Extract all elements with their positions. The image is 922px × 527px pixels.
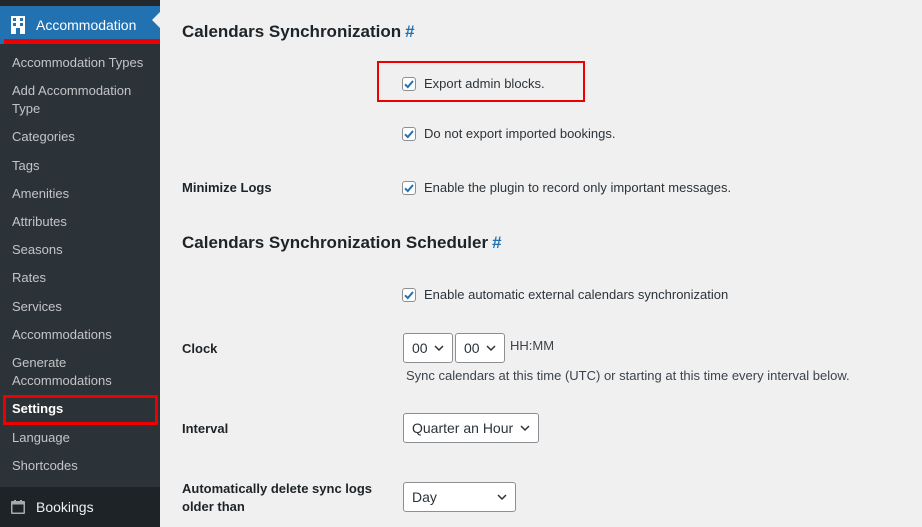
sidebar-item-attributes[interactable]: Attributes bbox=[12, 213, 152, 231]
delete-logs-value: Day bbox=[412, 489, 437, 505]
export-admin-blocks-label: Export admin blocks. bbox=[424, 76, 545, 91]
clock-minutes-value: 00 bbox=[464, 340, 480, 356]
sidebar-item-shortcodes[interactable]: Shortcodes bbox=[12, 457, 152, 475]
settings-content: Calendars Synchronization # Export admin … bbox=[160, 0, 922, 527]
checkbox-box[interactable] bbox=[402, 126, 416, 141]
menu-bookings[interactable]: Bookings bbox=[0, 487, 160, 527]
checkmark-icon bbox=[404, 129, 414, 138]
calendar-icon bbox=[11, 500, 25, 514]
current-menu-arrow bbox=[152, 12, 160, 28]
section-title-scheduler: Calendars Synchronization Scheduler # bbox=[182, 233, 502, 253]
checkbox-box[interactable] bbox=[402, 287, 416, 302]
sidebar-item-services[interactable]: Services bbox=[12, 298, 152, 316]
menu-accommodation-label: Accommodation bbox=[36, 17, 137, 33]
export-admin-blocks-checkbox[interactable]: Export admin blocks. bbox=[402, 76, 545, 91]
interval-label: Interval bbox=[182, 421, 229, 436]
accommodation-submenu: Accommodation Types Add Accommodation Ty… bbox=[0, 44, 160, 487]
sidebar-item-amenities[interactable]: Amenities bbox=[12, 185, 152, 203]
settings-highlight-box bbox=[3, 395, 158, 425]
sidebar-item-rates[interactable]: Rates bbox=[12, 269, 152, 287]
delete-logs-label: Automatically delete sync logs older tha… bbox=[182, 481, 373, 514]
admin-sidebar: Accommodation Accommodation Types Add Ac… bbox=[0, 0, 160, 527]
sidebar-item-accommodations[interactable]: Accommodations bbox=[12, 326, 152, 344]
chevron-down-icon bbox=[520, 425, 530, 432]
clock-hours-select[interactable]: 00 bbox=[403, 333, 453, 363]
anchor-link[interactable]: # bbox=[492, 233, 501, 252]
chevron-down-icon bbox=[434, 345, 444, 352]
clock-description: Sync calendars at this time (UTC) or sta… bbox=[406, 368, 850, 383]
checkmark-icon bbox=[404, 290, 414, 299]
checkmark-icon bbox=[404, 183, 414, 192]
clock-hours-value: 00 bbox=[412, 340, 428, 356]
sidebar-item-language[interactable]: Language bbox=[12, 429, 152, 447]
minimize-logs-checkbox[interactable]: Enable the plugin to record only importa… bbox=[402, 180, 731, 195]
sidebar-item-generate-accommodations[interactable]: Generate Accommodations bbox=[12, 354, 152, 390]
delete-logs-select[interactable]: Day bbox=[403, 482, 516, 512]
interval-value: Quarter an Hour bbox=[412, 420, 514, 436]
chevron-down-icon bbox=[497, 494, 507, 501]
sidebar-item-categories[interactable]: Categories bbox=[12, 128, 152, 146]
building-icon bbox=[11, 16, 25, 34]
auto-sync-checkbox[interactable]: Enable automatic external calendars sync… bbox=[402, 287, 728, 302]
section-title-sync: Calendars Synchronization # bbox=[182, 22, 415, 42]
sidebar-item-accommodation-types[interactable]: Accommodation Types bbox=[12, 54, 152, 72]
sidebar-item-seasons[interactable]: Seasons bbox=[12, 241, 152, 259]
sidebar-item-add-accommodation-type[interactable]: Add Accommodation Type bbox=[12, 82, 152, 118]
no-export-imported-label: Do not export imported bookings. bbox=[424, 126, 616, 141]
chevron-down-icon bbox=[486, 345, 496, 352]
clock-format-hint: HH:MM bbox=[510, 338, 555, 353]
menu-bookings-label: Bookings bbox=[36, 499, 94, 515]
sidebar-item-tags[interactable]: Tags bbox=[12, 157, 152, 175]
clock-minutes-select[interactable]: 00 bbox=[455, 333, 505, 363]
interval-select[interactable]: Quarter an Hour bbox=[403, 413, 539, 443]
checkbox-box[interactable] bbox=[402, 76, 416, 91]
minimize-logs-label: Minimize Logs bbox=[182, 180, 272, 195]
anchor-link[interactable]: # bbox=[405, 22, 414, 41]
section-title-sync-text: Calendars Synchronization bbox=[182, 22, 402, 41]
clock-label: Clock bbox=[182, 341, 218, 356]
section-title-scheduler-text: Calendars Synchronization Scheduler bbox=[182, 233, 489, 252]
checkmark-icon bbox=[404, 79, 414, 88]
no-export-imported-checkbox[interactable]: Do not export imported bookings. bbox=[402, 126, 616, 141]
minimize-logs-text: Enable the plugin to record only importa… bbox=[424, 180, 732, 195]
auto-sync-label: Enable automatic external calendars sync… bbox=[424, 287, 729, 302]
checkbox-box[interactable] bbox=[402, 180, 416, 195]
